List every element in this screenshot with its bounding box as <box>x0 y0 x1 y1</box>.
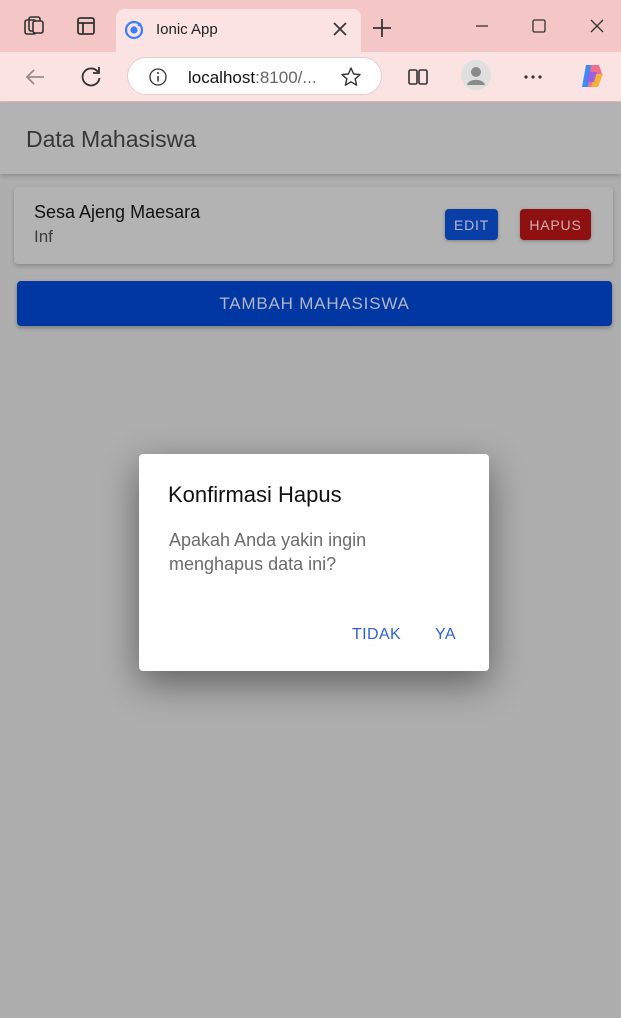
add-student-button[interactable]: TAMBAH MAHASISWA <box>17 281 612 326</box>
favicon-icon <box>124 20 144 40</box>
url-path: :8100/... <box>255 68 317 87</box>
url-text: localhost:8100/... <box>188 68 317 88</box>
url-host: localhost <box>188 68 256 87</box>
refresh-icon[interactable] <box>78 64 104 90</box>
more-icon[interactable] <box>520 64 546 90</box>
close-icon[interactable] <box>331 20 349 38</box>
workspaces-icon[interactable] <box>74 14 98 38</box>
confirm-button[interactable]: YA <box>435 626 456 644</box>
list-item: Sesa Ajeng Maesara Inf EDIT HAPUS <box>14 187 613 264</box>
maximize-icon[interactable] <box>527 14 551 38</box>
browser-toolbar: localhost:8100/... <box>0 52 621 102</box>
page-title: Data Mahasiswa <box>26 126 197 152</box>
confirm-dialog: Konfirmasi Hapus Apakah Anda yakin ingin… <box>139 454 489 671</box>
window-close-icon[interactable] <box>585 14 609 38</box>
dialog-message: Apakah Anda yakin ingin menghapus data i… <box>169 530 367 574</box>
minimize-icon[interactable] <box>470 14 494 38</box>
split-screen-icon[interactable] <box>405 64 431 90</box>
edit-button[interactable]: EDIT <box>445 209 498 240</box>
cancel-button[interactable]: TIDAK <box>352 626 401 644</box>
tab-actions-icon[interactable] <box>22 14 46 38</box>
student-name: Sesa Ajeng Maesara <box>34 202 201 222</box>
plus-icon[interactable] <box>370 16 394 40</box>
delete-button[interactable]: HAPUS <box>520 209 591 240</box>
dialog-title: Konfirmasi Hapus <box>168 482 342 507</box>
tab-title: Ionic App <box>156 21 218 38</box>
browser-tab[interactable]: Ionic App <box>116 9 361 52</box>
copilot-icon[interactable] <box>578 62 606 90</box>
star-icon[interactable] <box>340 66 362 88</box>
address-bar[interactable]: localhost:8100/... <box>127 57 382 95</box>
browser-tab-strip: Ionic App <box>0 0 621 52</box>
info-icon[interactable] <box>148 67 168 87</box>
student-major: Inf <box>34 227 53 246</box>
profile-icon[interactable] <box>461 60 491 90</box>
app-header: Data Mahasiswa <box>0 102 621 174</box>
back-icon[interactable] <box>22 64 48 90</box>
